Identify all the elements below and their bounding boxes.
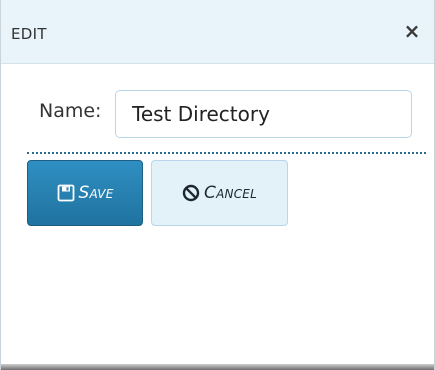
edit-dialog: EDIT × Name: Save Cancel <box>0 0 435 370</box>
save-button-label: Save <box>78 183 114 203</box>
ban-circle-icon <box>182 184 200 202</box>
name-label: Name: <box>39 100 102 122</box>
cancel-button-label: Cancel <box>204 183 257 203</box>
divider <box>27 152 426 154</box>
dialog-title: EDIT <box>11 25 47 43</box>
dialog-titlebar: EDIT × <box>1 0 434 64</box>
floppy-disk-icon <box>57 184 75 202</box>
cancel-button[interactable]: Cancel <box>151 160 288 226</box>
name-field-row: Name: <box>1 86 434 138</box>
close-icon[interactable]: × <box>402 20 422 42</box>
window-bottom-edge <box>1 364 434 370</box>
save-button[interactable]: Save <box>27 160 143 226</box>
name-input[interactable] <box>115 90 412 138</box>
